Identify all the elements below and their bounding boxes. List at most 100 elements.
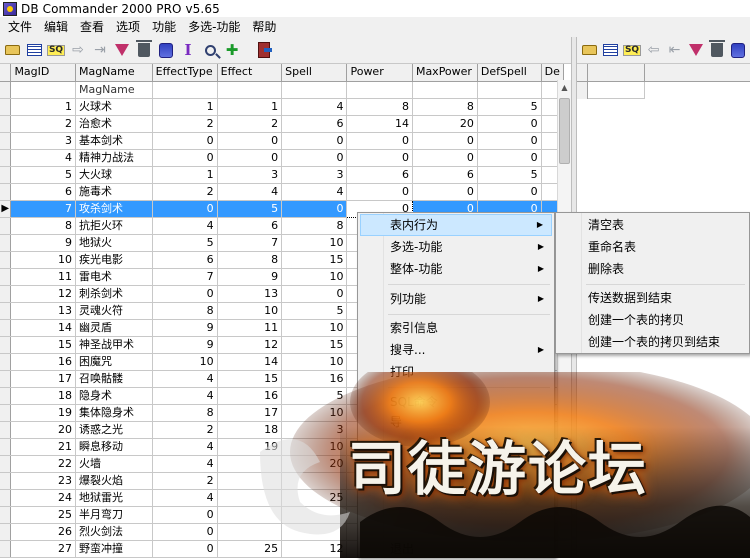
table-cell[interactable]: MagName: [75, 81, 153, 99]
table-cell[interactable]: 23: [10, 472, 76, 490]
table-cell[interactable]: 10: [10, 251, 76, 269]
submenu-item-transfer-to-end[interactable]: 传送数据到结束: [558, 287, 747, 309]
table-cell[interactable]: 21: [10, 438, 76, 456]
table-cell[interactable]: 15: [281, 251, 348, 269]
table-cell[interactable]: 12: [281, 540, 348, 558]
table-cell[interactable]: 幽灵盾: [75, 319, 153, 337]
table-cell[interactable]: 4: [152, 455, 218, 473]
table-cell[interactable]: [217, 523, 283, 541]
table-cell[interactable]: 6: [217, 217, 283, 235]
table-row[interactable]: 3 基本剑术 0 0 0 0 0 0: [0, 132, 571, 150]
row-indicator[interactable]: [0, 115, 12, 133]
row-indicator[interactable]: [0, 251, 12, 269]
table-row[interactable]: 4 精神力战法 0 0 0 0 0 0: [0, 149, 571, 167]
table-cell[interactable]: [346, 81, 413, 99]
table-cell[interactable]: 8: [152, 404, 218, 422]
row-indicator[interactable]: [0, 489, 12, 507]
submenu-item-delete-table[interactable]: 删除表: [558, 258, 747, 280]
table-cell[interactable]: [152, 81, 218, 99]
row-indicator[interactable]: [0, 217, 12, 235]
table-cell[interactable]: 0: [412, 183, 478, 201]
table-cell[interactable]: 0: [346, 132, 413, 150]
table-cell[interactable]: 27: [10, 540, 76, 558]
table-cell[interactable]: 0: [477, 132, 542, 150]
table-cell[interactable]: 3: [217, 166, 283, 184]
info-icon[interactable]: I: [179, 41, 197, 59]
filter-icon[interactable]: [113, 41, 131, 59]
table-cell[interactable]: 基本剑术: [75, 132, 153, 150]
table-cell[interactable]: 25: [10, 506, 76, 524]
submenu-item-copy-table-to-end[interactable]: 创建一个表的拷贝到结束: [558, 331, 747, 353]
table-cell[interactable]: 4: [152, 489, 218, 507]
sql-icon[interactable]: SQ: [622, 41, 642, 59]
run-icon[interactable]: ✚: [223, 41, 241, 59]
sql-icon[interactable]: SQ: [46, 41, 66, 59]
table-cell[interactable]: 施毒术: [75, 183, 153, 201]
table-cell[interactable]: 7: [217, 234, 283, 252]
table-cell[interactable]: 6: [152, 251, 218, 269]
table-cell[interactable]: 瞬息移动: [75, 438, 153, 456]
row-indicator[interactable]: [0, 455, 12, 473]
row-indicator[interactable]: [0, 149, 12, 167]
table-cell[interactable]: 10: [281, 234, 348, 252]
table-cell[interactable]: 0: [152, 506, 218, 524]
row-indicator[interactable]: [0, 166, 12, 184]
arrow-right-icon[interactable]: ⇥: [91, 41, 109, 59]
table-cell[interactable]: 20: [281, 455, 348, 473]
table-cell[interactable]: 0: [281, 200, 348, 218]
scrollbar-thumb[interactable]: [559, 98, 570, 164]
table-cell[interactable]: 大火球: [75, 166, 153, 184]
row-indicator[interactable]: [0, 472, 12, 490]
column-header[interactable]: Spell: [281, 64, 348, 82]
table-cell[interactable]: 17: [217, 404, 283, 422]
table-cell[interactable]: 2: [217, 115, 283, 133]
row-indicator[interactable]: [0, 132, 12, 150]
table-cell[interactable]: 野蛮冲撞: [75, 540, 153, 558]
row-indicator[interactable]: ▶: [0, 200, 12, 218]
table-cell[interactable]: 0: [412, 132, 478, 150]
table-cell[interactable]: 精神力战法: [75, 149, 153, 167]
table-cell[interactable]: 18: [10, 387, 76, 405]
column-header[interactable]: MagID: [10, 64, 76, 82]
table-cell[interactable]: 15: [281, 336, 348, 354]
column-header[interactable]: EffectType: [152, 64, 218, 82]
table-cell[interactable]: [217, 489, 283, 507]
table-row[interactable]: 6 施毒术 2 4 4 0 0 0: [0, 183, 571, 201]
table-cell[interactable]: 0: [477, 183, 542, 201]
table-cell[interactable]: 14: [217, 353, 283, 371]
table-cell[interactable]: 0: [152, 132, 218, 150]
table-cell[interactable]: 14: [346, 115, 413, 133]
row-indicator[interactable]: [0, 438, 12, 456]
table-cell[interactable]: 2: [152, 472, 218, 490]
submenu-item-rename-table[interactable]: 重命名表: [558, 236, 747, 258]
table-cell[interactable]: [217, 472, 283, 490]
table-cell[interactable]: 7: [10, 200, 76, 218]
table-cell[interactable]: 2: [152, 421, 218, 439]
table-cell[interactable]: 抗拒火环: [75, 217, 153, 235]
table-cell[interactable]: 15: [217, 370, 283, 388]
table-cell[interactable]: 疾光电影: [75, 251, 153, 269]
table-cell[interactable]: 24: [10, 489, 76, 507]
submenu-item-clear-table[interactable]: 清空表: [558, 214, 747, 236]
column-header[interactable]: DefSpell: [477, 64, 542, 82]
table-cell[interactable]: [477, 81, 542, 99]
table-cell[interactable]: [281, 472, 348, 490]
table-cell[interactable]: 火墙: [75, 455, 153, 473]
row-indicator[interactable]: [0, 387, 12, 405]
table-cell[interactable]: 8: [152, 302, 218, 320]
table-cell[interactable]: 爆裂火焰: [75, 472, 153, 490]
search-icon[interactable]: [201, 41, 219, 59]
table-cell[interactable]: 9: [217, 268, 283, 286]
table-cell[interactable]: 10: [281, 268, 348, 286]
table-cell[interactable]: 6: [346, 166, 413, 184]
exit-icon[interactable]: [255, 41, 273, 59]
table-cell[interactable]: 4: [152, 438, 218, 456]
row-indicator[interactable]: [0, 506, 12, 524]
table-cell[interactable]: 22: [10, 455, 76, 473]
table-cell[interactable]: 0: [152, 523, 218, 541]
table-cell[interactable]: 11: [10, 268, 76, 286]
menu-help[interactable]: 帮助: [246, 17, 282, 37]
row-indicator[interactable]: [0, 353, 12, 371]
open-folder-icon[interactable]: [3, 41, 21, 59]
table-cell[interactable]: 0: [281, 132, 348, 150]
